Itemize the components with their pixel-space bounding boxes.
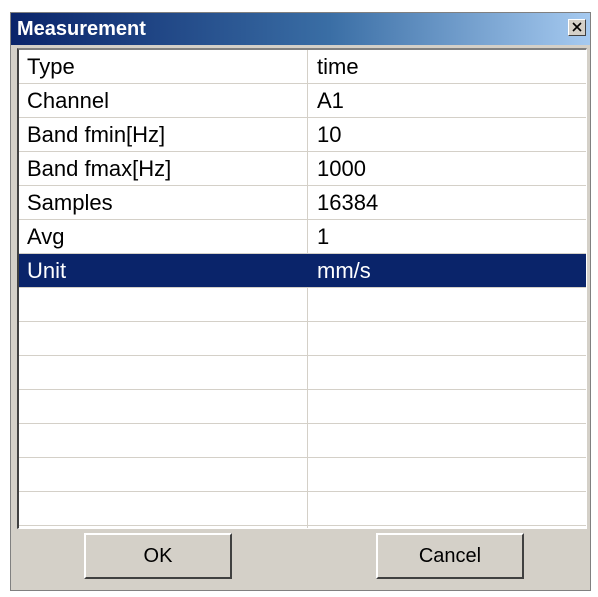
property-value[interactable]: A1 [317,84,344,117]
close-button[interactable] [568,19,586,36]
table-row[interactable]: Samples 16384 [19,186,586,220]
property-grid[interactable]: Type time Channel A1 Band fmin[Hz] 10 Ba… [17,48,587,529]
title-bar[interactable]: Measurement [11,13,590,45]
property-name: Samples [27,190,113,215]
property-name: Band fmin[Hz] [27,122,166,147]
empty-row[interactable] [19,458,586,492]
property-value[interactable]: mm/s [317,254,371,287]
property-value[interactable]: 1 [317,220,329,253]
table-row[interactable]: Band fmax[Hz] 1000 [19,152,586,186]
table-row[interactable]: Type time [19,50,586,84]
property-value[interactable]: 10 [317,118,341,151]
table-row-selected[interactable]: Unit mm/s [19,254,586,288]
property-name: Channel [27,88,109,113]
property-name: Band fmax[Hz] [27,156,172,181]
table-row[interactable]: Channel A1 [19,84,586,118]
empty-row[interactable] [19,322,586,356]
property-value[interactable]: time [317,50,359,83]
table-row[interactable]: Band fmin[Hz] 10 [19,118,586,152]
empty-row[interactable] [19,356,586,390]
empty-row[interactable] [19,288,586,322]
empty-row[interactable] [19,492,586,526]
table-row[interactable]: Avg 1 [19,220,586,254]
property-name: Unit [27,258,67,283]
ok-button[interactable]: OK [84,533,232,579]
property-name: Avg [27,224,65,249]
property-value[interactable]: 1000 [317,152,366,185]
empty-row[interactable] [19,424,586,458]
close-icon [572,22,582,32]
cancel-button[interactable]: Cancel [376,533,524,579]
empty-row[interactable] [19,390,586,424]
property-name: Type [27,54,75,79]
property-value[interactable]: 16384 [317,186,378,219]
window-title: Measurement [17,18,146,40]
measurement-dialog: Measurement Type time Channel A1 Band fm… [10,12,591,591]
